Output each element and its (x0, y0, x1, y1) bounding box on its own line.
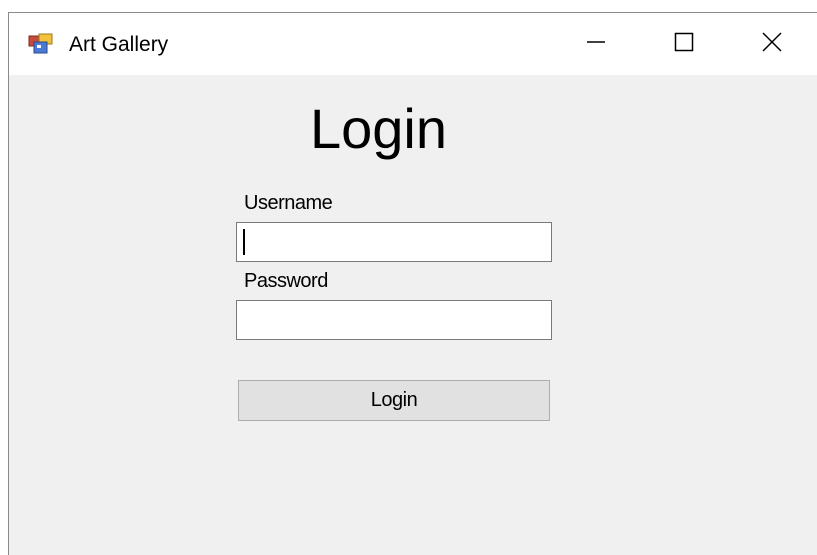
close-icon (761, 31, 783, 58)
maximize-button[interactable] (640, 13, 728, 75)
window-title: Art Gallery (69, 33, 169, 56)
password-label: Password (244, 270, 328, 292)
maximize-icon (674, 32, 694, 57)
password-input[interactable] (236, 300, 552, 340)
app-window-icon (28, 33, 54, 55)
username-input[interactable] (236, 222, 552, 262)
minimize-icon (586, 32, 606, 57)
minimize-button[interactable] (552, 13, 640, 75)
login-button[interactable]: Login (238, 380, 550, 421)
close-button[interactable] (728, 13, 816, 75)
login-heading: Login (310, 97, 448, 160)
username-label: Username (244, 192, 333, 214)
title-bar[interactable]: Art Gallery (9, 13, 817, 75)
text-caret (243, 229, 245, 255)
app-window: Art Gallery Login Username Password Logi… (8, 12, 817, 555)
